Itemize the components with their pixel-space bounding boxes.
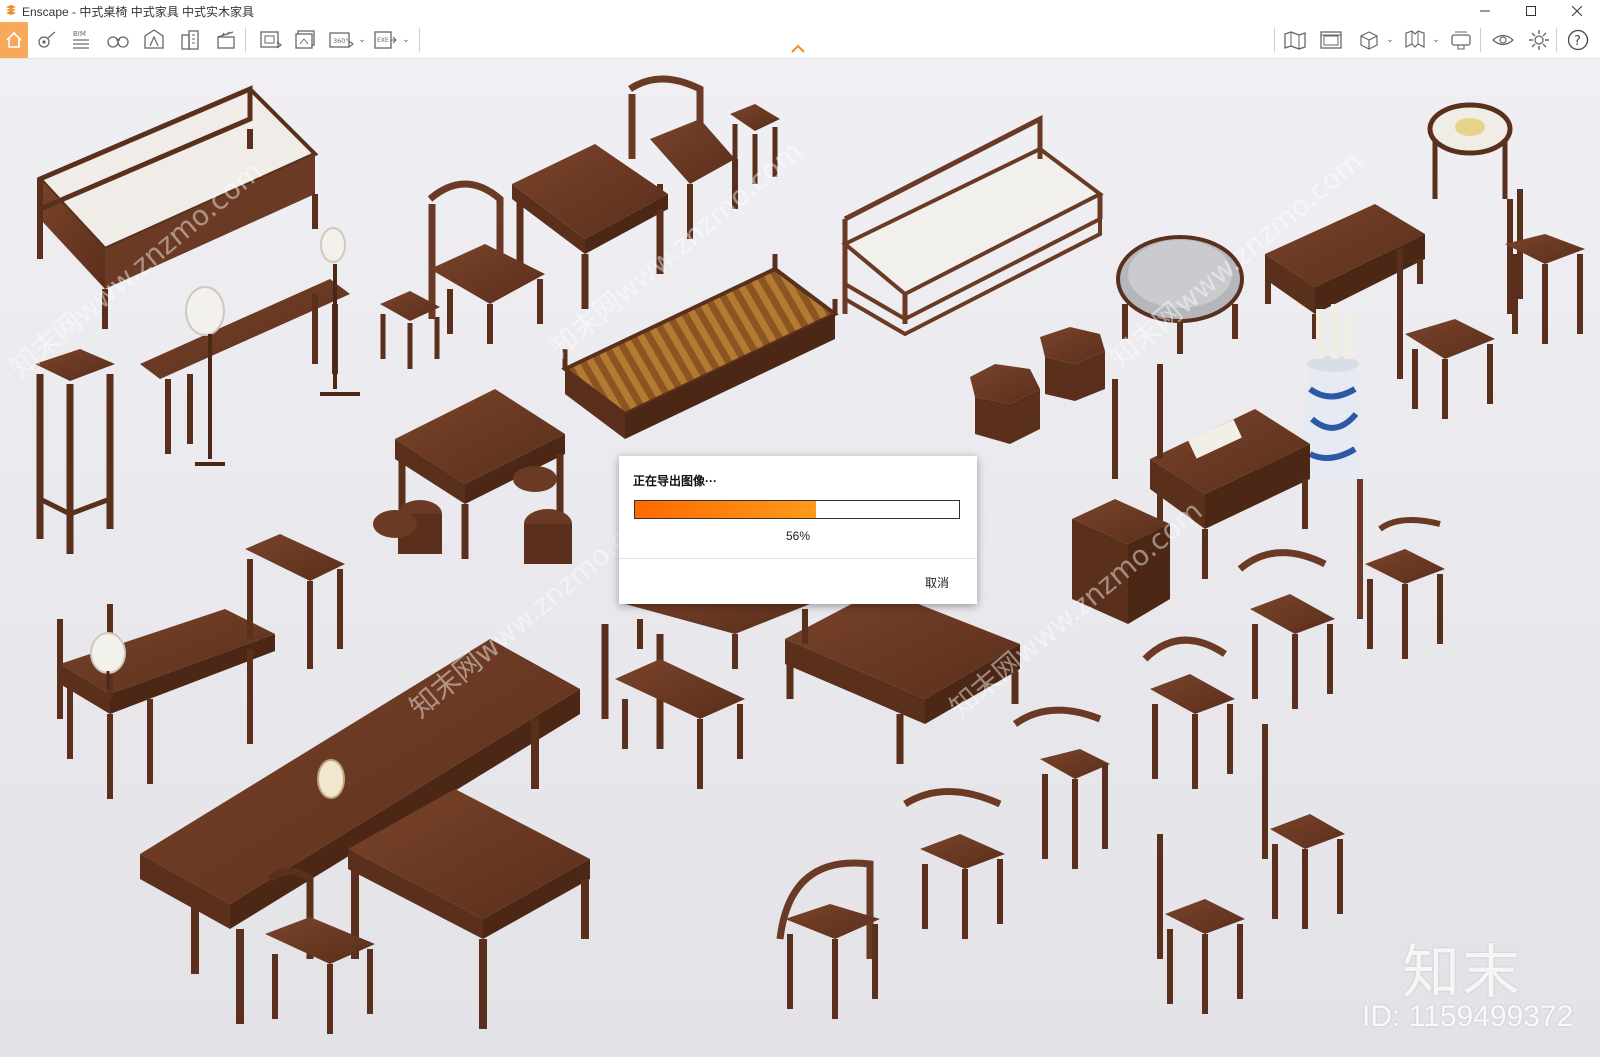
binoculars-button[interactable] bbox=[103, 24, 133, 56]
asset-library-icon bbox=[144, 29, 164, 49]
minimize-button[interactable] bbox=[1462, 0, 1508, 22]
map-icon bbox=[1284, 31, 1306, 50]
buildings-button[interactable] bbox=[175, 24, 205, 56]
home-button[interactable] bbox=[0, 22, 28, 58]
clapperboard-icon bbox=[217, 31, 235, 49]
toolbar-divider bbox=[1480, 28, 1481, 52]
screenshot-icon bbox=[260, 31, 282, 49]
help-icon: ? bbox=[1567, 29, 1589, 51]
enscape-logo-icon bbox=[6, 5, 16, 15]
svg-text:BIM: BIM bbox=[73, 30, 86, 38]
cube-button[interactable] bbox=[1354, 24, 1384, 56]
views-icon bbox=[38, 31, 56, 48]
progress-bar-fill bbox=[635, 501, 817, 518]
buildings-icon bbox=[181, 30, 199, 50]
watermark-logo: 知末 bbox=[1402, 938, 1523, 1006]
title-bar: Enscape - 中式桌椅 中式家具 中式实木家具 bbox=[0, 0, 1600, 22]
visual-settings-button[interactable] bbox=[1488, 24, 1518, 56]
batch-render-button[interactable] bbox=[291, 24, 321, 56]
cancel-button[interactable]: 取消 bbox=[925, 574, 949, 591]
batch-render-icon bbox=[295, 30, 315, 49]
chevron-down-icon[interactable]: ⌄ bbox=[1431, 34, 1441, 46]
svg-text:360°: 360° bbox=[333, 37, 349, 45]
collapse-toolbar-icon[interactable] bbox=[790, 42, 806, 54]
asset-library-button[interactable] bbox=[139, 24, 169, 56]
web-standalone-icon bbox=[1320, 31, 1342, 49]
minimize-icon bbox=[1480, 10, 1490, 12]
window-title: Enscape - 中式桌椅 中式家具 中式实木家具 bbox=[22, 4, 255, 19]
map-button[interactable] bbox=[1280, 24, 1310, 56]
progress-percent-label: 56% bbox=[785, 529, 811, 543]
gear-icon bbox=[1529, 30, 1549, 50]
toolbar-divider bbox=[1556, 28, 1557, 52]
dialog-title: 正在导出图像··· bbox=[633, 474, 717, 488]
export-progress-dialog: 正在导出图像··· 56% 取消 bbox=[619, 456, 977, 604]
close-icon bbox=[1572, 6, 1582, 16]
chevron-down-icon[interactable]: ⌄ bbox=[401, 34, 411, 46]
vr-headset-button[interactable] bbox=[1446, 24, 1476, 56]
eye-icon bbox=[1492, 34, 1514, 46]
window-controls bbox=[1462, 0, 1600, 22]
video-editor-button[interactable] bbox=[211, 24, 241, 56]
watermark-id: ID: 1159499372 bbox=[1362, 1000, 1574, 1033]
toolbar-divider bbox=[245, 28, 246, 52]
progress-bar bbox=[634, 500, 960, 519]
views-button[interactable] bbox=[32, 24, 62, 56]
bim-button[interactable]: BIM bbox=[66, 24, 96, 56]
export-button[interactable]: EXE bbox=[370, 24, 400, 56]
bim-icon: BIM bbox=[73, 30, 89, 49]
book-button[interactable] bbox=[1400, 24, 1430, 56]
dialog-divider bbox=[619, 558, 977, 559]
panorama-360-icon: 360° bbox=[329, 32, 354, 48]
home-icon bbox=[6, 31, 22, 48]
chevron-down-icon[interactable]: ⌄ bbox=[1385, 34, 1395, 46]
settings-button[interactable] bbox=[1524, 24, 1554, 56]
chevron-down-icon[interactable]: ⌄ bbox=[357, 34, 367, 46]
maximize-icon bbox=[1526, 6, 1536, 16]
help-button[interactable]: ? bbox=[1563, 24, 1593, 56]
web-standalone-button[interactable] bbox=[1316, 24, 1346, 56]
screenshot-button[interactable] bbox=[256, 24, 286, 56]
toolbar-divider bbox=[1274, 28, 1275, 52]
panorama-button[interactable]: 360° bbox=[326, 24, 356, 56]
svg-text:EXE: EXE bbox=[377, 37, 389, 44]
binoculars-icon bbox=[107, 36, 129, 48]
svg-text:?: ? bbox=[1574, 34, 1581, 49]
toolbar-divider bbox=[419, 28, 420, 52]
vr-headset-icon bbox=[1451, 31, 1471, 50]
export-icon: EXE bbox=[374, 31, 397, 49]
close-button[interactable] bbox=[1554, 0, 1600, 22]
cube-icon bbox=[1360, 31, 1378, 50]
book-icon bbox=[1405, 30, 1425, 48]
maximize-button[interactable] bbox=[1508, 0, 1554, 22]
